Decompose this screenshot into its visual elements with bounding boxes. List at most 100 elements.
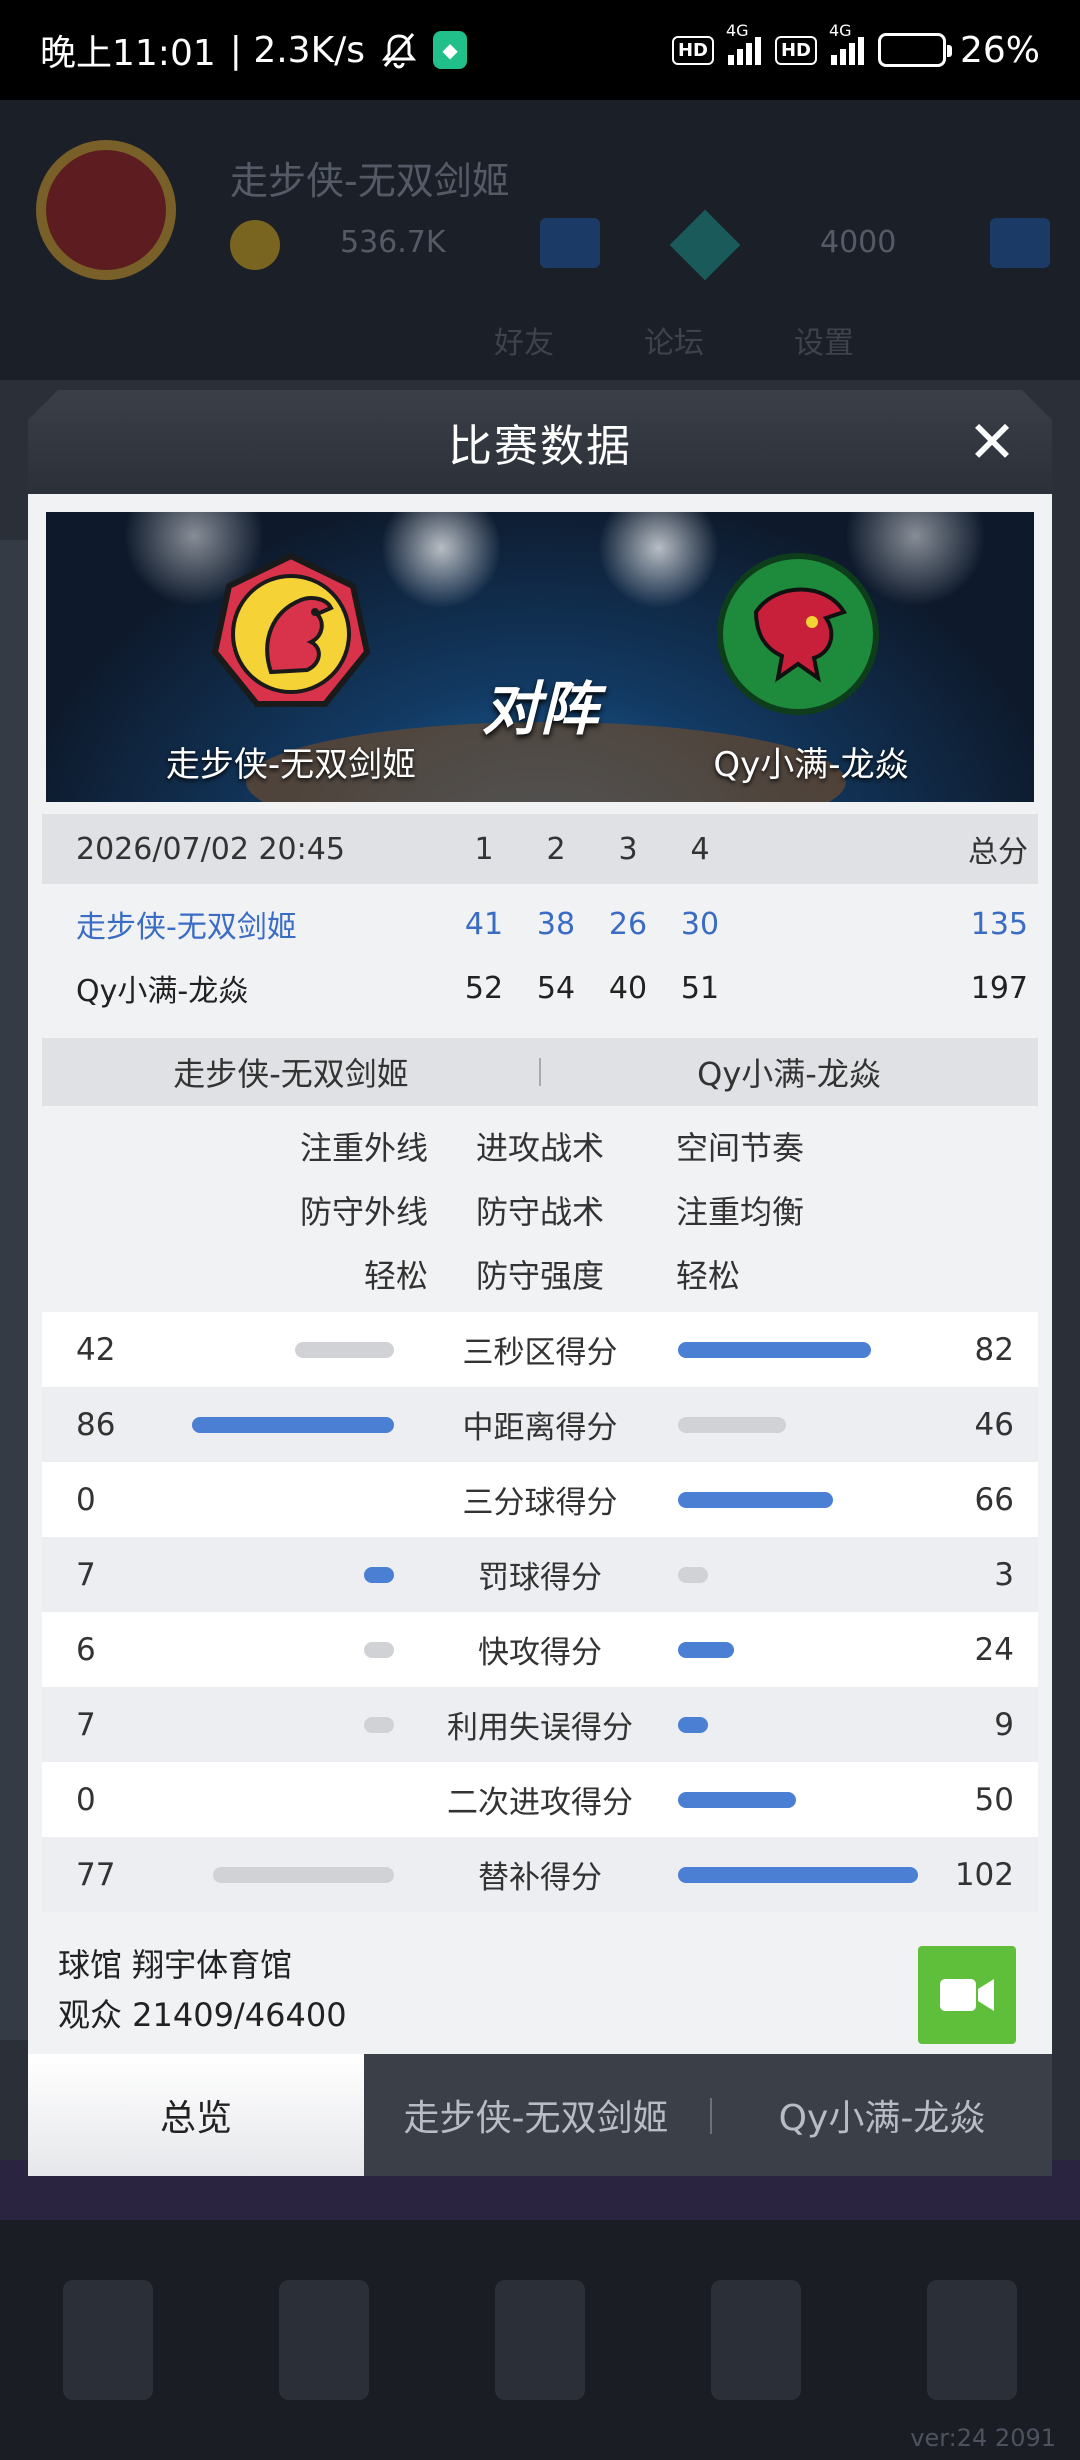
stat-away-value: 46 <box>974 1406 1014 1443</box>
stat-away-bar <box>678 1417 787 1433</box>
tab-home-team[interactable]: 走步侠-无双剑姬 <box>364 2054 708 2176</box>
bg-toolbar: 好友 论坛 设置 <box>0 300 1080 380</box>
stat-label: 三秒区得分 <box>462 1335 618 1371</box>
stat-home-value: 0 <box>76 1781 96 1818</box>
bell-off-icon <box>381 33 417 69</box>
attendance: 观众 21409/46400 <box>58 1996 347 2034</box>
modal-body: 对阵 走步侠-无双剑姬 Qy小满-龙焱 2026/07/02 20:45 1 2… <box>28 494 1052 2054</box>
tactics-row: 轻松 防守强度 轻松 <box>42 1242 1038 1306</box>
tactics-row: 注重外线 进攻战术 空间节奏 <box>42 1114 1038 1178</box>
stat-home-bar <box>295 1342 394 1358</box>
away-team-name: Qy小满-龙焱 <box>713 745 909 785</box>
quarter-header: 1 <box>474 831 494 867</box>
home-score-row: 走步侠-无双剑姬 41 38 26 30 135 <box>42 892 1038 956</box>
bg-toolbar-item: 论坛 <box>644 326 704 361</box>
stat-away-value: 24 <box>974 1631 1014 1668</box>
tactic-away-value: 轻松 <box>676 1257 741 1295</box>
battery-percent: 26% <box>959 29 1040 71</box>
modal-tabs: 总览 走步侠-无双剑姬 Qy小满-龙焱 <box>28 2054 1052 2176</box>
venue-info: 球馆 翔宇体育馆 观众 21409/46400 <box>58 1940 347 2040</box>
bg-team-name: 走步侠-无双剑姬 <box>230 159 510 203</box>
tactic-away-value: 注重均衡 <box>676 1193 805 1231</box>
bg-header: 走步侠-无双剑姬 536.7K 4000 好友 论坛 设置 <box>0 100 1080 380</box>
match-stats-modal: 比赛数据 ✕ 对阵 走步侠-无双剑姬 Qy小满-龙焱 2026/07/02 20… <box>28 390 1052 2184</box>
arena-lights <box>46 512 1034 632</box>
quarter-score: 26 <box>608 906 648 942</box>
home-team-name: 走步侠-无双剑姬 <box>165 745 417 785</box>
bg-side-strip <box>0 540 30 2040</box>
stat-row: 6 快攻得分 24 <box>42 1612 1038 1687</box>
bg-nav-item <box>279 2280 369 2400</box>
stat-home-value: 0 <box>76 1481 96 1518</box>
stat-away-value: 50 <box>974 1781 1014 1818</box>
hd-badge: HD <box>671 35 714 65</box>
quarter-score: 54 <box>536 970 576 1006</box>
stat-label: 中距离得分 <box>462 1410 618 1446</box>
bg-gems: 4000 <box>820 225 897 260</box>
match-date: 2026/07/02 20:45 <box>76 831 345 867</box>
stat-away-bar <box>678 1492 834 1508</box>
close-button[interactable]: ✕ <box>962 412 1022 472</box>
stat-home-value: 86 <box>76 1406 116 1443</box>
tab-overview[interactable]: 总览 <box>28 2054 364 2176</box>
tactics-row: 防守外线 防守战术 注重均衡 <box>42 1178 1038 1242</box>
stat-home-value: 7 <box>76 1706 96 1743</box>
tactic-home-value: 轻松 <box>363 1257 428 1295</box>
quarter-header: 4 <box>690 831 710 867</box>
stat-row: 7 罚球得分 3 <box>42 1537 1038 1612</box>
away-score-row: Qy小满-龙焱 52 54 40 51 197 <box>42 956 1038 1020</box>
stat-away-value: 66 <box>974 1481 1014 1518</box>
tactics-header: 走步侠-无双剑姬 Qy小满-龙焱 <box>42 1038 1038 1106</box>
stat-label: 二次进攻得分 <box>447 1785 633 1821</box>
video-replay-button[interactable] <box>918 1946 1016 2044</box>
home-team-link[interactable]: 走步侠-无双剑姬 <box>76 892 297 956</box>
modal-header: 比赛数据 ✕ <box>28 390 1052 494</box>
tactic-label: 防守战术 <box>475 1193 604 1231</box>
bg-add-coins-button <box>540 218 600 268</box>
bg-nav-item <box>927 2280 1017 2400</box>
quarter-score: 30 <box>680 906 720 942</box>
modal-title: 比赛数据 <box>448 421 632 472</box>
stat-row: 86 中距离得分 46 <box>42 1387 1038 1462</box>
away-team-label: Qy小满-龙焱 <box>76 974 249 1009</box>
coin-icon <box>230 220 280 270</box>
bg-toolbar-item: 好友 <box>494 326 554 361</box>
versus-label: 对阵 <box>481 675 598 743</box>
bg-nav-item <box>63 2280 153 2400</box>
quarter-score: 38 <box>536 906 576 942</box>
stat-row: 0 二次进攻得分 50 <box>42 1762 1038 1837</box>
signal-icon: 4G <box>726 21 761 65</box>
quarter-score: 41 <box>464 906 504 942</box>
stat-home-value: 77 <box>76 1856 116 1893</box>
quarter-score: 51 <box>680 970 720 1006</box>
bg-nav-item <box>711 2280 801 2400</box>
arena-name: 球馆 翔宇体育馆 <box>58 1946 293 1984</box>
bg-add-gems-button <box>990 218 1050 268</box>
tactic-label: 进攻战术 <box>475 1129 604 1167</box>
score-table-header: 2026/07/02 20:45 1 2 3 4 总分 <box>42 814 1038 884</box>
status-bar: 晚上11:01 | 2.3K/s ◆ HD 4G HD 4G 26% <box>0 0 1080 100</box>
bg-team-logo <box>36 140 176 280</box>
tab-away-team[interactable]: Qy小满-龙焱 <box>712 2054 1052 2176</box>
stat-away-value: 102 <box>954 1856 1014 1893</box>
bg-toolbar-item: 设置 <box>794 326 854 361</box>
stat-away-value: 9 <box>994 1706 1014 1743</box>
bg-nav-item <box>495 2280 585 2400</box>
stat-row: 77 替补得分 102 <box>42 1837 1038 1912</box>
total-score: 135 <box>970 906 1028 942</box>
stat-away-bar <box>678 1342 871 1358</box>
stat-label: 三分球得分 <box>462 1485 618 1521</box>
stat-away-bar <box>678 1567 708 1583</box>
quarter-header: 3 <box>618 831 638 867</box>
tactics-away-name: Qy小满-龙焱 <box>697 1055 881 1093</box>
tactics-home-name: 走步侠-无双剑姬 <box>173 1055 409 1093</box>
bg-coins: 536.7K <box>340 225 446 260</box>
stat-away-bar <box>678 1792 796 1808</box>
stat-row: 7 利用失误得分 9 <box>42 1687 1038 1762</box>
hd-badge-2: HD <box>774 35 817 65</box>
stat-home-bar <box>364 1642 394 1658</box>
stat-home-value: 7 <box>76 1556 96 1593</box>
quarter-score: 52 <box>464 970 504 1006</box>
stat-away-bar <box>678 1642 735 1658</box>
stat-label: 快攻得分 <box>478 1635 602 1671</box>
